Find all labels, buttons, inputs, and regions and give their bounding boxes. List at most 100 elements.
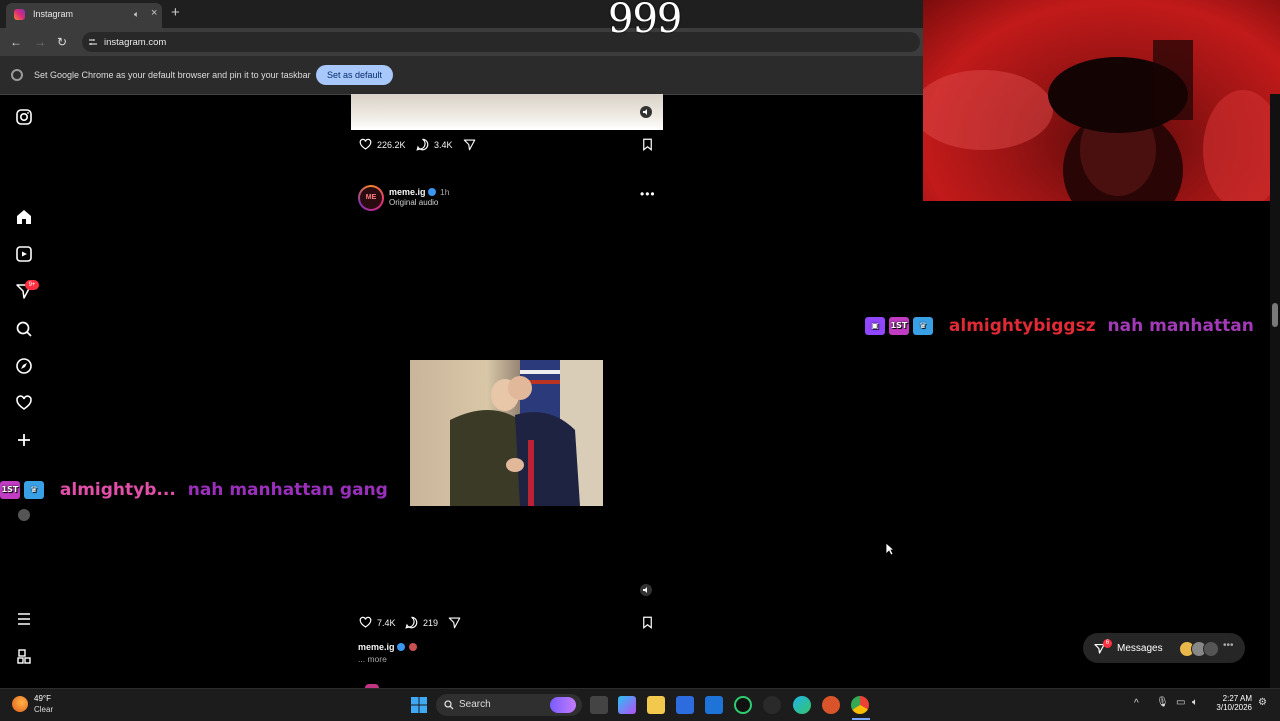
- chat-username: almightyb...: [59, 480, 176, 500]
- chat-username: almightybiggsz: [948, 316, 1096, 336]
- close-tab-icon[interactable]: ×: [151, 7, 157, 19]
- notifications-icon[interactable]: ⚙︎: [1258, 697, 1267, 708]
- windows-start-icon[interactable]: [410, 696, 428, 714]
- post-time: 1h: [440, 187, 450, 197]
- microphone-icon[interactable]: 🎙︎: [1156, 697, 1169, 708]
- more-options-icon[interactable]: •••: [640, 187, 656, 201]
- search-label: Search: [459, 699, 491, 710]
- video-scene-image: [450, 360, 603, 506]
- verified-icon: [397, 643, 405, 651]
- stream-counter: 999: [608, 0, 682, 42]
- verified-icon: [428, 188, 436, 196]
- menu-icon[interactable]: [14, 609, 34, 629]
- search-icon: [444, 700, 454, 710]
- chat-text: nah manhattan gang: [187, 480, 388, 500]
- post-username[interactable]: meme.ig: [389, 187, 426, 197]
- post-avatar[interactable]: ME: [358, 185, 384, 211]
- twitch-badge-icon: ▣: [865, 317, 885, 335]
- reload-button[interactable]: ↻: [57, 35, 67, 49]
- task-view-icon[interactable]: [590, 696, 608, 714]
- reels-icon[interactable]: [14, 244, 34, 264]
- comment-icon[interactable]: [404, 615, 419, 630]
- tab-instagram[interactable]: Instagram 🔈︎ ×: [6, 3, 162, 28]
- like-icon[interactable]: [358, 137, 373, 152]
- windows-taskbar: 49°F Clear Search ^ 🎙︎ ▭ 🔈︎ 2:27 AM 3/10…: [0, 688, 1280, 721]
- url-text: instagram.com: [104, 37, 167, 48]
- store-icon[interactable]: [676, 696, 694, 714]
- copilot-icon[interactable]: [618, 696, 636, 714]
- audio-icon[interactable]: [640, 106, 652, 118]
- comment-count: 219: [423, 617, 439, 628]
- messages-count-badge: 6: [1103, 639, 1112, 648]
- app-icon[interactable]: [763, 696, 781, 714]
- post-actions: 7.4K 219: [358, 615, 658, 635]
- scrollbar-thumb[interactable]: [1272, 303, 1278, 327]
- app-icon[interactable]: [705, 696, 723, 714]
- weather-icon: [12, 696, 28, 712]
- caption-username[interactable]: meme.ig: [358, 642, 395, 652]
- taskbar-clock[interactable]: 2:27 AM 3/10/2026: [1210, 694, 1252, 712]
- forward-button[interactable]: →: [34, 35, 46, 49]
- search-highlight-icon: [550, 697, 576, 713]
- more-icon: •••: [1223, 640, 1234, 651]
- chrome-icon: [11, 69, 23, 81]
- chat-message-2: 1ST ♛ almightyb... nah manhattan gang: [0, 480, 388, 500]
- share-icon[interactable]: [462, 137, 477, 152]
- explore-icon[interactable]: [14, 356, 34, 376]
- instagram-favicon-icon: [14, 9, 25, 20]
- more-icon[interactable]: [14, 646, 34, 666]
- tab-title: Instagram: [33, 9, 74, 19]
- speaker-icon[interactable]: 🔈︎: [134, 9, 139, 20]
- comment-icon[interactable]: [415, 137, 430, 152]
- post-audio[interactable]: Original audio: [389, 198, 438, 207]
- set-as-default-button[interactable]: Set as default: [316, 65, 393, 85]
- first-badge-icon: 1ST: [0, 481, 20, 499]
- instagram-logo-icon[interactable]: [14, 107, 34, 127]
- caption-more[interactable]: ... more: [358, 654, 387, 664]
- infobar-message: Set Google Chrome as your default browse…: [34, 70, 311, 80]
- audio-icon[interactable]: [640, 584, 652, 596]
- save-icon[interactable]: [640, 615, 655, 630]
- taskbar-search[interactable]: Search: [436, 694, 582, 716]
- video-frame: [410, 360, 603, 506]
- search-icon[interactable]: [14, 319, 34, 339]
- like-icon[interactable]: [358, 615, 373, 630]
- clock-time: 2:27 AM: [1222, 694, 1252, 703]
- chat-message-1: ▣ 1ST ♛ almightybiggsz nah manhattan: [865, 316, 1254, 336]
- edge-icon[interactable]: [793, 696, 811, 714]
- post-header: ME meme.ig 1h Original audio •••: [358, 185, 658, 213]
- share-icon[interactable]: [447, 615, 462, 630]
- weather-temp: 49°F: [34, 694, 51, 703]
- chrome-icon[interactable]: [851, 696, 869, 714]
- prev-post-actions: 226.2K 3.4K: [358, 137, 658, 157]
- messages-button[interactable]: 6 Messages •••: [1083, 633, 1245, 663]
- like-count: 226.2K: [377, 139, 406, 150]
- profile-avatar[interactable]: [14, 505, 34, 525]
- app-icon[interactable]: [734, 696, 752, 714]
- save-icon[interactable]: [640, 137, 655, 152]
- first-badge-icon: 1ST: [889, 317, 909, 335]
- chevron-up-icon[interactable]: ^: [1134, 698, 1139, 709]
- volume-icon[interactable]: 🔈︎: [1192, 697, 1198, 708]
- heart-icon[interactable]: [14, 393, 34, 413]
- create-icon[interactable]: [14, 430, 34, 450]
- comment-count: 3.4K: [434, 139, 453, 150]
- home-icon[interactable]: [14, 207, 34, 227]
- webcam-image: [923, 40, 1280, 201]
- back-button[interactable]: ←: [10, 35, 22, 49]
- network-icon[interactable]: ▭: [1176, 697, 1185, 708]
- site-info-icon[interactable]: [88, 37, 98, 47]
- messages-label: Messages: [1117, 643, 1163, 654]
- address-bar[interactable]: instagram.com: [82, 32, 920, 52]
- emoji-icon: [409, 643, 417, 651]
- crown-badge-icon: ♛: [24, 481, 44, 499]
- webcam-feed: [923, 0, 1280, 201]
- chat-text: nah manhattan: [1107, 316, 1254, 336]
- app-icon[interactable]: [822, 696, 840, 714]
- file-explorer-icon[interactable]: [647, 696, 665, 714]
- scrollbar[interactable]: [1270, 94, 1280, 688]
- clock-date: 3/10/2026: [1216, 703, 1252, 712]
- default-browser-infobar: Set Google Chrome as your default browse…: [0, 56, 923, 95]
- new-tab-button[interactable]: +: [171, 4, 180, 21]
- previous-post-media[interactable]: [351, 94, 663, 130]
